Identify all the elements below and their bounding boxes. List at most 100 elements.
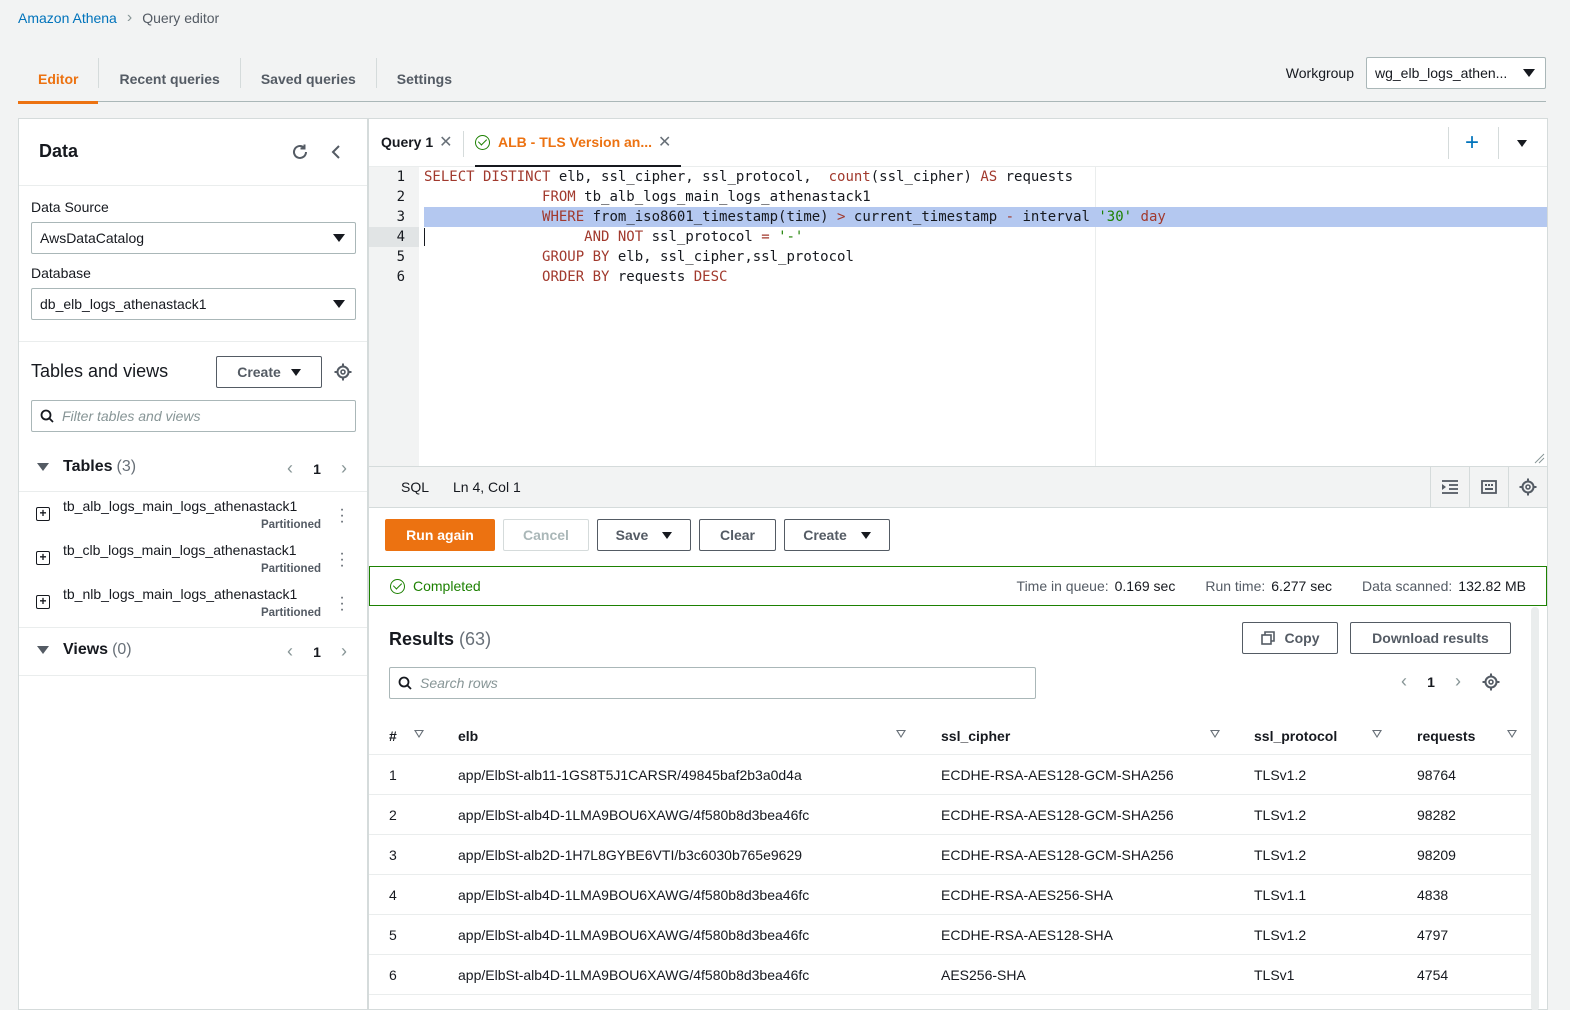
tables-pager: ‹ 1 › [277,458,357,479]
workgroup-select[interactable]: wg_elb_logs_athen... [1366,57,1546,89]
column-header-requests[interactable]: requests [1417,717,1475,755]
table-row[interactable]: 4 app/ElbSt-alb4D-1LMA9BOU6XAWG/4f580b8d3… [369,875,1531,915]
gear-icon[interactable] [332,361,354,383]
line-number: 2 [396,189,405,205]
download-results-button[interactable]: Download results [1350,622,1511,654]
tables-count: (3) [116,458,137,475]
cancel-button[interactable]: Cancel [503,519,589,551]
views-section-header[interactable]: Views (0) [31,641,132,659]
cell-elb: app/ElbSt-alb2D-1H7L8GYBE6VTI/b3c6030b76… [458,847,803,863]
results-table-body: 1 app/ElbSt-alb11-1GS8T5J1CARSR/49845baf2… [369,755,1531,995]
cell-ssl-cipher: ECDHE-RSA-AES128-GCM-SHA256 [941,807,1174,823]
tab-settings[interactable]: Settings [377,56,472,102]
run-time: Run time: 6.277 sec [1205,578,1332,594]
tables-and-views-title: Tables and views [31,361,169,381]
save-button[interactable]: Save [597,519,691,551]
views-label: Views [63,641,109,658]
editor-settings-gear-icon[interactable] [1508,467,1547,507]
clear-button[interactable]: Clear [699,519,776,551]
column-header-index[interactable]: # [389,717,397,755]
database-select[interactable]: db_elb_logs_athenastack1 [31,288,356,320]
tab-saved-queries[interactable]: Saved queries [241,56,376,102]
tables-page-number[interactable]: 1 [303,461,331,477]
search-rows-input[interactable]: Search rows [389,667,1036,699]
close-icon[interactable]: ✕ [658,132,671,152]
column-header-ssl-protocol[interactable]: ssl_protocol [1254,717,1337,755]
chevron-right-icon[interactable]: › [1445,671,1471,692]
sort-filter-icon[interactable] [1372,730,1382,738]
results-actions: Copy Download results [1242,622,1511,654]
chevron-left-icon[interactable]: ‹ [277,458,303,479]
workgroup-value: wg_elb_logs_athen... [1375,65,1508,81]
code-line: AND NOT ssl_protocol = '-' [584,229,804,245]
sort-filter-icon[interactable] [1507,730,1517,738]
results-table-header: # elb ssl_cipher ssl_protocol requests [369,717,1531,755]
copy-button[interactable]: Copy [1242,622,1338,654]
chevron-left-icon[interactable]: ‹ [277,641,303,662]
chevron-left-icon[interactable]: ‹ [1391,671,1417,692]
divider [19,627,367,628]
sql-editor[interactable]: 1 2 3 4 5 6 SELECT DISTINCT elb, ssl_cip… [369,167,1547,466]
chevron-right-icon[interactable]: › [331,641,357,662]
table-item[interactable]: + tb_alb_logs_main_logs_athenastack1 Par… [19,493,367,537]
table-row[interactable]: 3 app/ElbSt-alb2D-1H7L8GYBE6VTI/b3c6030b7… [369,835,1531,875]
sort-filter-icon[interactable] [1210,730,1220,738]
more-actions-icon[interactable]: · · · [339,590,345,618]
tab-divider [1448,127,1449,159]
run-again-button[interactable]: Run again [385,519,495,551]
expand-plus-icon[interactable]: + [36,551,50,565]
divider [19,491,367,492]
data-scanned: Data scanned: 132.82 MB [1361,578,1526,594]
expand-plus-icon[interactable]: + [36,595,50,609]
collapse-panel-icon[interactable] [325,141,347,163]
table-name: tb_clb_logs_main_logs_athenastack1 [63,542,297,558]
success-check-icon [390,578,405,594]
cell-ssl-cipher: ECDHE-RSA-AES128-GCM-SHA256 [941,767,1174,783]
resize-handle-icon[interactable] [1533,452,1545,464]
refresh-icon[interactable] [289,141,311,163]
cell-requests: 4797 [1417,927,1449,943]
cell-requests: 4754 [1417,967,1449,983]
more-actions-icon[interactable]: · · · [339,502,345,530]
cell-index: 3 [389,847,397,863]
partitioned-tag: Partitioned [260,607,321,619]
table-row[interactable]: 5 app/ElbSt-alb4D-1LMA9BOU6XAWG/4f580b8d3… [369,915,1531,955]
add-query-tab-icon[interactable]: + [1461,129,1483,156]
sort-filter-icon[interactable] [414,730,424,738]
tabs-menu-caret-icon[interactable] [1511,132,1533,154]
results-settings-gear-icon[interactable] [1471,673,1511,691]
expand-plus-icon[interactable]: + [36,507,50,521]
code-line: GROUP BY elb, ssl_cipher,ssl_protocol [542,249,854,265]
more-actions-icon[interactable]: · · · [339,546,345,574]
query-stats: Time in queue: 0.169 sec Run time: 6.277 s… [1017,578,1526,594]
query-tab-1[interactable]: Query 1 ✕ [381,119,453,165]
results-scrollbar[interactable] [1531,607,1539,1010]
keyboard-shortcuts-icon[interactable] [1469,467,1508,507]
table-row[interactable]: 1 app/ElbSt-alb11-1GS8T5J1CARSR/49845baf2… [369,755,1531,795]
table-item[interactable]: + tb_clb_logs_main_logs_athenastack1 Par… [19,537,367,581]
views-page-number[interactable]: 1 [303,644,331,660]
tables-section-header[interactable]: Tables (3) [31,458,136,476]
save-label: Save [615,527,649,543]
table-item[interactable]: + tb_nlb_logs_main_logs_athenastack1 Par… [19,581,367,625]
cell-index: 1 [389,767,397,783]
cell-requests: 98764 [1417,767,1456,783]
sort-filter-icon[interactable] [896,730,906,738]
column-header-ssl-cipher[interactable]: ssl_cipher [941,717,1010,755]
close-icon[interactable]: ✕ [439,132,452,152]
breadcrumb-athena-link[interactable]: Amazon Athena [18,10,117,26]
tab-recent-queries[interactable]: Recent queries [99,56,239,102]
format-query-icon[interactable] [1430,467,1469,507]
table-row[interactable]: 6 app/ElbSt-alb4D-1LMA9BOU6XAWG/4f580b8d3… [369,955,1531,995]
column-header-elb[interactable]: elb [458,717,478,755]
filter-tables-input[interactable]: Filter tables and views [31,400,356,432]
data-source-select[interactable]: AwsDataCatalog [31,222,356,254]
create-button[interactable]: Create [784,519,890,551]
results-page-number[interactable]: 1 [1417,674,1445,690]
chevron-right-icon[interactable]: › [331,458,357,479]
cell-elb: app/ElbSt-alb4D-1LMA9BOU6XAWG/4f580b8d3b… [458,967,810,983]
query-tab-2[interactable]: ALB - TLS Version an... ✕ [475,119,682,167]
tab-editor[interactable]: Editor [18,56,99,104]
table-row[interactable]: 2 app/ElbSt-alb4D-1LMA9BOU6XAWG/4f580b8d3… [369,795,1531,835]
create-table-button[interactable]: Create [216,356,322,388]
